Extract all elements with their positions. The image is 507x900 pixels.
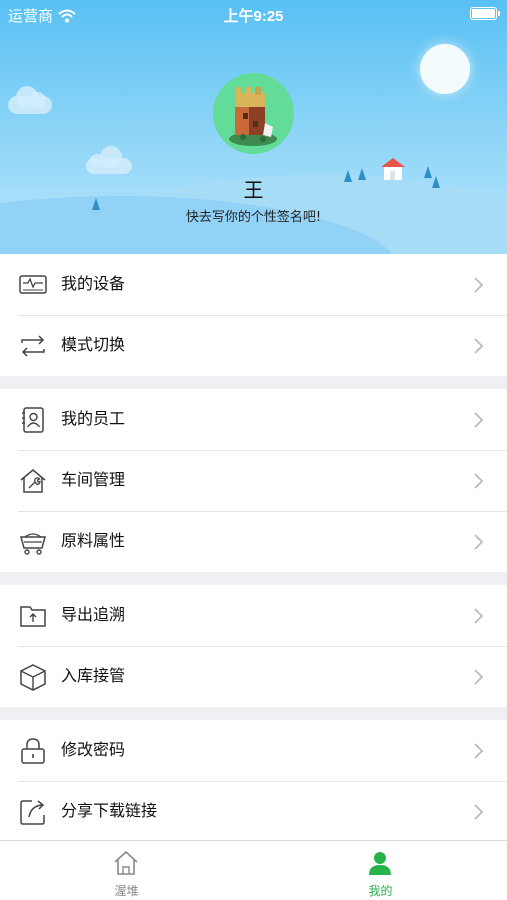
status-time: 上午9:25 [223, 8, 284, 25]
menu-item-label: 修改密码 [61, 740, 126, 759]
menu-group: 我的员工 车间管理 原料属性 [0, 389, 507, 572]
sun-decoration [420, 44, 470, 94]
settings-menu: 我的设备 模式切换 我的员工 车间管理 原料属性 导出追溯 入库接管 修改密码 … [0, 254, 507, 842]
chevron-right-icon [474, 743, 484, 759]
profile-header: 运营商 上午9:25 王 快去写你的个性签名吧! [0, 0, 507, 254]
chevron-right-icon [474, 804, 484, 820]
status-bar: 运营商 上午9:25 [0, 0, 507, 28]
chevron-right-icon [474, 473, 484, 489]
menu-item-materials[interactable]: 原料属性 [0, 511, 507, 572]
folder-upload-icon [20, 606, 46, 627]
staff-contact-icon [22, 407, 44, 433]
chevron-right-icon [474, 608, 484, 624]
menu-group: 修改密码 分享下载链接 [0, 720, 507, 842]
menu-item-export-trace[interactable]: 导出追溯 [0, 585, 507, 646]
cloud-decoration [86, 146, 132, 174]
menu-item-workshop[interactable]: 车间管理 [0, 450, 507, 511]
menu-item-change-password[interactable]: 修改密码 [0, 720, 507, 781]
tab-bar: 渥堆 我的 [0, 840, 507, 900]
menu-group: 导出追溯 入库接管 [0, 585, 507, 707]
menu-item-share-link[interactable]: 分享下载链接 [0, 781, 507, 842]
device-monitor-icon [19, 275, 47, 294]
tab-home-label: 渥堆 [114, 884, 139, 898]
user-name: 王 [243, 178, 264, 202]
menu-item-label: 入库接管 [61, 666, 126, 685]
box-icon [20, 664, 46, 691]
home-icon [114, 850, 138, 875]
workshop-wrench-icon [20, 469, 46, 493]
section-divider [0, 572, 507, 585]
chevron-right-icon [474, 412, 484, 428]
menu-item-mode-switch[interactable]: 模式切换 [0, 315, 507, 376]
section-divider [0, 707, 507, 720]
battery-icon [470, 7, 500, 20]
menu-item-my-staff[interactable]: 我的员工 [0, 389, 507, 450]
switch-arrows-icon [21, 335, 45, 357]
menu-item-label: 我的员工 [61, 409, 126, 428]
user-icon [369, 852, 391, 875]
menu-item-label: 原料属性 [61, 531, 126, 550]
chevron-right-icon [474, 277, 484, 293]
user-signature[interactable]: 快去写你的个性签名吧! [0, 206, 507, 225]
menu-item-label: 分享下载链接 [61, 801, 158, 820]
menu-item-warehouse-intake[interactable]: 入库接管 [0, 646, 507, 707]
avatar[interactable] [213, 73, 294, 154]
lock-icon [21, 738, 45, 764]
menu-item-label: 我的设备 [61, 274, 126, 293]
section-divider [0, 376, 507, 389]
chevron-right-icon [474, 534, 484, 550]
tab-me-label: 我的 [368, 884, 393, 898]
menu-item-label: 车间管理 [61, 470, 126, 489]
tab-home[interactable]: 渥堆 [0, 841, 253, 900]
menu-group: 我的设备 模式切换 [0, 254, 507, 376]
tab-me[interactable]: 我的 [254, 841, 507, 900]
castle-tower-icon [229, 87, 277, 146]
menu-item-my-devices[interactable]: 我的设备 [0, 254, 507, 315]
chevron-right-icon [474, 669, 484, 685]
menu-item-label: 导出追溯 [61, 605, 126, 624]
cloud-decoration [8, 86, 52, 114]
cart-icon [20, 533, 46, 555]
menu-item-label: 模式切换 [61, 335, 126, 354]
chevron-right-icon [474, 338, 484, 354]
share-icon [20, 800, 45, 825]
